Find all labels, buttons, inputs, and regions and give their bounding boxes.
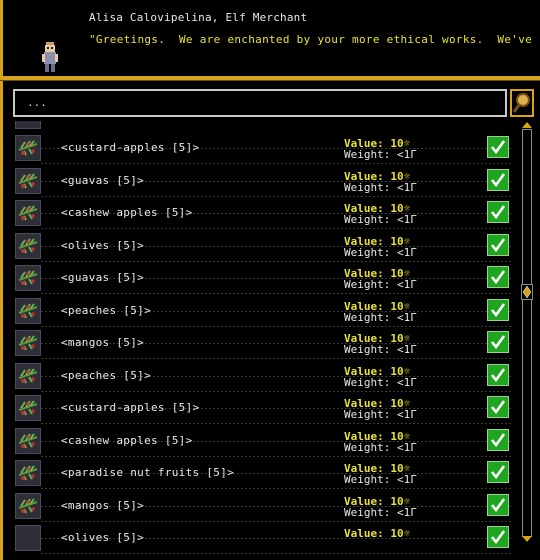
merchant-name: Alisa Calovipelina, Elf Merchant bbox=[89, 11, 308, 24]
checkmark-icon[interactable] bbox=[487, 461, 509, 483]
fruit-sprite-icon bbox=[15, 167, 41, 194]
scroll-track[interactable] bbox=[522, 129, 532, 537]
item-name: <cashew apples [5]> bbox=[61, 433, 193, 447]
merchant-header: Alisa Calovipelina, Elf Merchant "Greeti… bbox=[3, 0, 540, 76]
item-name: <custard-apples [5]> bbox=[61, 141, 200, 154]
item-name: <mangos [5]> bbox=[61, 498, 145, 512]
search-button[interactable] bbox=[510, 89, 534, 117]
search-input-value: ... bbox=[27, 96, 47, 109]
fruit-sprite-icon bbox=[15, 492, 41, 519]
item-name: <peaches [5]> bbox=[61, 368, 151, 382]
item-weight: Weight: <1Γ bbox=[344, 245, 417, 259]
list-item[interactable]: <olives [5]> Value: 10☼ Weight: <1Γ bbox=[13, 230, 513, 262]
fruit-sprite-icon bbox=[15, 525, 41, 551]
fruit-sprite-icon bbox=[15, 135, 41, 161]
fruit-sprite-icon bbox=[15, 460, 41, 486]
item-name: <peaches [5]> bbox=[61, 303, 151, 317]
fruit-sprite-icon bbox=[15, 297, 41, 324]
fruit-sprite-icon bbox=[15, 395, 41, 421]
magnifier-icon bbox=[512, 93, 530, 113]
item-name: <guavas [5]> bbox=[61, 173, 145, 187]
scroll-up-arrow-icon[interactable] bbox=[521, 121, 533, 129]
list-item[interactable]: <mangos [5]> Value: 10☼ Weight: <1Γ bbox=[13, 327, 513, 359]
search-input[interactable]: ... bbox=[13, 89, 507, 117]
checkmark-icon[interactable] bbox=[487, 331, 509, 353]
list-item[interactable]: <guavas [5]> Value: 10☼ Weight: <1Γ bbox=[13, 165, 513, 197]
checkmark-icon[interactable] bbox=[487, 396, 509, 418]
checkmark-icon[interactable] bbox=[487, 298, 509, 321]
item-name: <olives [5]> bbox=[61, 531, 145, 544]
item-weight: Weight: <1Γ bbox=[344, 310, 417, 324]
fruit-sprite-icon bbox=[15, 427, 41, 454]
item-name: <cashew apples [5]> bbox=[61, 206, 193, 219]
list-item-partial bbox=[13, 121, 513, 132]
scroll-thumb[interactable] bbox=[521, 284, 533, 300]
fruit-sprite-icon bbox=[15, 121, 41, 129]
item-name: <mangos [5]> bbox=[61, 336, 145, 349]
item-value: Value: 10☼ bbox=[344, 527, 411, 540]
fruit-sprite-icon bbox=[15, 232, 41, 259]
checkmark-icon[interactable] bbox=[487, 168, 509, 191]
list-item[interactable]: <cashew apples [5]> Value: 10☼ Weight: <1Γ bbox=[13, 425, 513, 457]
fruit-sprite-icon bbox=[15, 265, 41, 291]
merchant-portrait-icon bbox=[40, 42, 60, 74]
item-weight: Weight: <1Γ bbox=[344, 408, 417, 421]
list-item[interactable]: <paradise nut fruits [5]> Value: 10☼ Weigh… bbox=[13, 457, 513, 489]
item-weight: Weight: <1Γ bbox=[344, 278, 417, 291]
fruit-sprite-icon bbox=[15, 330, 41, 356]
item-name: <guavas [5]> bbox=[61, 271, 145, 284]
checkmark-icon[interactable] bbox=[487, 493, 509, 516]
scroll-down-arrow-icon[interactable] bbox=[521, 535, 533, 543]
checkmark-icon[interactable] bbox=[487, 136, 509, 158]
item-weight: Weight: <1Γ bbox=[344, 375, 417, 389]
item-weight: Weight: <1Γ bbox=[344, 148, 417, 161]
header-divider bbox=[0, 76, 540, 81]
list-item[interactable]: <custard-apples [5]> Value: 10☼ Weight: <1… bbox=[13, 392, 513, 424]
list-item[interactable]: <peaches [5]> Value: 10☼ Weight: <1Γ bbox=[13, 360, 513, 392]
list-item[interactable]: <mangos [5]> Value: 10☼ Weight: <1Γ bbox=[13, 490, 513, 522]
list-item[interactable]: <peaches [5]> Value: 10☼ Weight: <1Γ bbox=[13, 295, 513, 327]
trade-item-list: <custard-apples [5]> Value: 10☼ Weight: <1… bbox=[13, 121, 513, 560]
item-weight: Weight: <1Γ bbox=[344, 505, 417, 519]
item-weight: Weight: <1Γ bbox=[344, 180, 417, 194]
checkmark-icon[interactable] bbox=[487, 363, 509, 386]
item-weight: Weight: <1Γ bbox=[344, 343, 417, 356]
checkmark-icon[interactable] bbox=[487, 233, 509, 256]
list-item[interactable]: <olives [5]> Value: 10☼ bbox=[13, 522, 513, 554]
checkmark-icon[interactable] bbox=[487, 428, 509, 451]
row-divider bbox=[41, 553, 511, 554]
merchant-greeting: "Greetings. We are enchanted by your mor… bbox=[89, 33, 540, 46]
scrollbar[interactable] bbox=[521, 121, 533, 543]
checkmark-icon[interactable] bbox=[487, 266, 509, 288]
item-weight: Weight: <1Γ bbox=[344, 473, 417, 486]
checkmark-icon[interactable] bbox=[487, 201, 509, 223]
list-item[interactable]: <custard-apples [5]> Value: 10☼ Weight: <1… bbox=[13, 132, 513, 164]
item-weight: Weight: <1Γ bbox=[344, 440, 417, 454]
list-item[interactable]: <cashew apples [5]> Value: 10☼ Weight: <1Γ bbox=[13, 197, 513, 229]
list-item[interactable]: <guavas [5]> Value: 10☼ Weight: <1Γ bbox=[13, 262, 513, 294]
item-name: <paradise nut fruits [5]> bbox=[61, 466, 235, 479]
item-name: <olives [5]> bbox=[61, 238, 145, 252]
fruit-sprite-icon bbox=[15, 200, 41, 226]
checkmark-icon[interactable] bbox=[487, 526, 509, 548]
fruit-sprite-icon bbox=[15, 362, 41, 389]
item-name: <custard-apples [5]> bbox=[61, 401, 200, 414]
item-weight: Weight: <1Γ bbox=[344, 213, 417, 226]
